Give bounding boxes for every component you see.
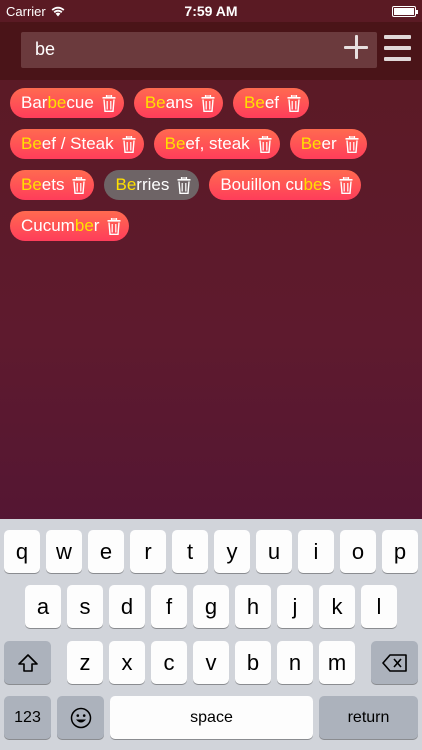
shift-key[interactable] [4,641,51,684]
numbers-key[interactable]: 123 [4,696,51,739]
shift-icon [17,653,38,672]
key-j[interactable]: j [277,585,313,628]
delete-key[interactable] [371,641,418,684]
tag-label: Cucumber [21,216,100,235]
tag-chip[interactable]: Beans [133,88,224,118]
tag-label: Bouillon cubes [220,175,331,194]
clock: 7:59 AM [184,3,238,19]
key-m[interactable]: m [319,641,355,684]
top-bar [0,22,422,80]
key-v[interactable]: v [193,641,229,684]
tag-label: Beef [244,93,280,112]
tag-chip[interactable]: Beef, steak [153,129,280,159]
tag-label: Beef, steak [164,134,250,153]
tag-row: Cucumber [10,211,410,241]
key-g[interactable]: g [193,585,229,628]
key-x[interactable]: x [109,641,145,684]
status-bar: Carrier 7:59 AM [0,0,422,22]
trash-icon[interactable] [287,94,301,112]
key-h[interactable]: h [235,585,271,628]
key-l[interactable]: l [361,585,397,628]
key-r[interactable]: r [130,530,166,573]
emoji-icon [70,707,91,728]
keyboard: q w e r t y u i o p a s d f g h j k l z x c v b n m 123 space return [0,519,422,750]
tag-chip[interactable]: Bouillon cubes [209,170,361,200]
tag-label: Beets [21,175,65,194]
tag-chip[interactable]: Barbecue [10,88,124,118]
trash-icon[interactable] [177,176,191,194]
key-i[interactable]: i [298,530,334,573]
key-s[interactable]: s [67,585,103,628]
trash-icon[interactable] [345,135,359,153]
search-box[interactable] [21,32,377,68]
trash-icon[interactable] [258,135,272,153]
key-f[interactable]: f [151,585,187,628]
search-input[interactable] [35,39,335,60]
key-k[interactable]: k [319,585,355,628]
tag-label: Beans [144,93,194,112]
tag-row: Beef / Steak Beef, steak Beer [10,129,410,159]
key-o[interactable]: o [340,530,376,573]
key-u[interactable]: u [256,530,292,573]
tag-chip[interactable]: Cucumber [10,211,130,241]
tag-label: Barbecue [21,93,94,112]
key-p[interactable]: p [382,530,418,573]
key-d[interactable]: d [109,585,145,628]
key-z[interactable]: z [67,641,103,684]
key-q[interactable]: q [4,530,40,573]
add-button[interactable] [344,35,368,59]
battery-icon [392,5,418,17]
menu-line [384,57,411,61]
tag-row: Beets Berries Bouillon cubes [10,170,410,200]
trash-icon[interactable] [72,176,86,194]
trash-icon[interactable] [102,94,116,112]
tag-chip[interactable]: Beets [10,170,95,200]
key-a[interactable]: a [25,585,61,628]
key-y[interactable]: y [214,530,250,573]
tag-label: Beef / Steak [21,134,114,153]
key-b[interactable]: b [235,641,271,684]
tag-list: Barbecue Beans Beef Beef / Steak Beef, steak… [10,88,410,252]
trash-icon[interactable] [339,176,353,194]
tag-chip[interactable]: Beef [233,88,310,118]
key-e[interactable]: e [88,530,124,573]
tag-row: Barbecue Beans Beef [10,88,410,118]
menu-line [384,46,411,50]
tag-chip[interactable]: Berries [104,170,200,200]
key-t[interactable]: t [172,530,208,573]
return-key[interactable]: return [319,696,418,739]
menu-line [384,35,411,39]
key-w[interactable]: w [46,530,82,573]
trash-icon[interactable] [201,94,215,112]
space-key[interactable]: space [110,696,313,739]
emoji-key[interactable] [57,696,104,739]
key-n[interactable]: n [277,641,313,684]
key-c[interactable]: c [151,641,187,684]
tag-chip[interactable]: Beef / Steak [10,129,144,159]
trash-icon[interactable] [107,217,121,235]
menu-button[interactable] [384,35,411,61]
tag-chip[interactable]: Beer [289,129,367,159]
backspace-icon [381,653,407,672]
trash-icon[interactable] [122,135,136,153]
tag-label: Beer [300,134,337,153]
tag-label: Berries [115,175,170,194]
